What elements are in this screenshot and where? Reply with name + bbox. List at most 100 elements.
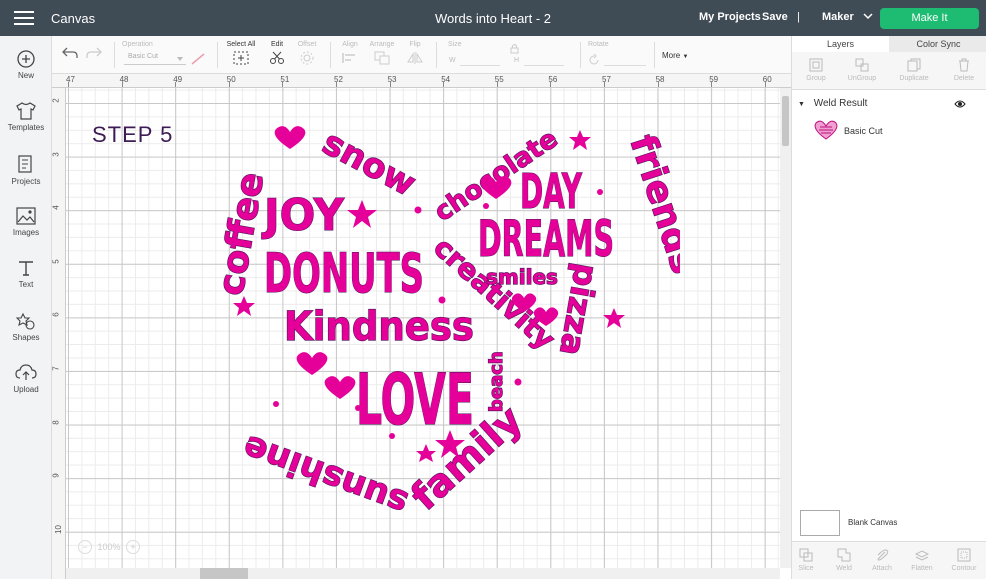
- make-it-button[interactable]: Make It: [880, 8, 979, 29]
- arrange-label: Arrange: [369, 41, 395, 48]
- offset-icon: [300, 51, 314, 65]
- panel-tabs: Layers Color Sync: [792, 36, 986, 52]
- tab-color-sync[interactable]: Color Sync: [890, 39, 986, 49]
- blank-canvas-label: Blank Canvas: [848, 518, 898, 527]
- sidebar-item-templates[interactable]: Templates: [0, 102, 52, 132]
- blank-canvas-swatch[interactable]: [800, 510, 840, 536]
- ruler-tick: [175, 82, 177, 87]
- dot-decoration: [438, 296, 446, 304]
- star-shape-decoration: [347, 200, 377, 228]
- rotate-input[interactable]: [604, 56, 646, 66]
- scrollbar-thumb[interactable]: [200, 568, 248, 579]
- machine-select[interactable]: Maker: [822, 11, 873, 23]
- edit-button[interactable]: Edit: [266, 41, 288, 65]
- layer-thumbnail: [814, 120, 838, 140]
- offset-button[interactable]: Offset: [294, 41, 320, 65]
- toolbar-divider: [436, 42, 437, 68]
- word-heart-artwork[interactable]: .w { font-family: "DejaVu Sans", sans-se…: [180, 112, 680, 532]
- attach-button[interactable]: Attach: [862, 548, 902, 572]
- eye-icon[interactable]: [954, 100, 966, 108]
- hamburger-menu-icon[interactable]: [14, 11, 34, 25]
- caret-down-icon[interactable]: ▼: [798, 101, 805, 108]
- delete-label: Delete: [953, 75, 975, 82]
- dot-decoration: [389, 433, 395, 439]
- contour-button[interactable]: Contour: [944, 548, 984, 572]
- height-input[interactable]: [524, 56, 564, 66]
- ruler-tick-label: 3: [51, 151, 61, 157]
- lock-icon[interactable]: [510, 43, 519, 54]
- heart-shape-decoration: [296, 352, 328, 375]
- word-sunshine: sunshine: [238, 427, 413, 523]
- linetype-color-icon[interactable]: [191, 53, 205, 65]
- shapes-icon: [16, 312, 35, 330]
- width-input[interactable]: [460, 56, 500, 66]
- trash-icon: [959, 58, 969, 72]
- my-projects-link[interactable]: My Projects: [699, 11, 761, 23]
- sidebar-item-upload[interactable]: Upload: [0, 364, 52, 394]
- ruler-tick: [764, 82, 766, 87]
- redo-icon[interactable]: [86, 47, 102, 59]
- sidebar-item-shapes[interactable]: Shapes: [0, 312, 52, 342]
- scrollbar-thumb[interactable]: [782, 96, 789, 146]
- select-all-button[interactable]: Select All: [224, 41, 258, 65]
- dot-decoration: [597, 189, 603, 195]
- toolbar-divider: [330, 42, 331, 68]
- word-love: LOVE: [356, 359, 474, 441]
- ruler-tick-label: 10: [53, 524, 63, 534]
- undo-icon[interactable]: [62, 47, 78, 59]
- sidebar-item-images[interactable]: Images: [0, 207, 52, 237]
- flatten-label: Flatten: [911, 565, 933, 572]
- attach-label: Attach: [872, 565, 892, 572]
- more-button[interactable]: More ▼: [662, 51, 688, 60]
- delete-button[interactable]: Delete: [940, 58, 986, 82]
- star-shape-decoration: [233, 296, 255, 316]
- slice-button[interactable]: Slice: [786, 548, 826, 572]
- duplicate-label: Duplicate: [899, 75, 929, 82]
- dot-decoration: [273, 401, 279, 407]
- text-icon: [19, 261, 33, 276]
- flip-button[interactable]: Flip: [404, 41, 426, 65]
- word-smiles: smiles: [486, 265, 558, 289]
- sidebar-item-text[interactable]: Text: [0, 259, 52, 289]
- rotate-label: Rotate: [588, 41, 609, 48]
- weld-button[interactable]: Weld: [824, 548, 864, 572]
- left-sidebar: New Templates Projects Images Text Shape…: [0, 36, 52, 579]
- sidebar-item-label: Shapes: [12, 333, 40, 342]
- flip-icon: [407, 52, 423, 64]
- sidebar-item-projects[interactable]: Projects: [0, 154, 52, 186]
- scissors-icon: [270, 51, 284, 64]
- sidebar-item-new[interactable]: New: [0, 50, 52, 80]
- dot-decoration: [514, 378, 522, 386]
- dot-decoration: [355, 405, 361, 411]
- save-button[interactable]: Save: [762, 11, 788, 23]
- zoom-in-button[interactable]: +: [126, 540, 140, 554]
- sidebar-item-label: Templates: [7, 123, 45, 132]
- flatten-button[interactable]: Flatten: [902, 548, 942, 572]
- slice-label: Slice: [798, 565, 814, 572]
- horizontal-scrollbar[interactable]: [66, 568, 780, 579]
- layer-group-weld-result[interactable]: ▼ Weld Result: [798, 98, 978, 109]
- ungroup-button[interactable]: UnGroup: [838, 58, 886, 82]
- zoom-out-button[interactable]: −: [78, 540, 92, 554]
- align-button[interactable]: Align: [338, 41, 362, 65]
- group-button[interactable]: Group: [792, 58, 840, 82]
- dot-decoration: [483, 203, 489, 209]
- height-label: H: [514, 57, 520, 64]
- ruler-tick: [389, 82, 391, 87]
- vertical-scrollbar[interactable]: [780, 88, 791, 568]
- ruler-tick-label: 5: [51, 259, 61, 264]
- operation-label: Operation: [122, 41, 153, 48]
- image-icon: [16, 207, 36, 225]
- group-label: Group: [806, 75, 826, 82]
- projects-icon: [18, 155, 32, 173]
- toolbar-divider: [217, 42, 218, 68]
- word-pizza: pizza: [552, 261, 606, 359]
- arrange-button[interactable]: Arrange: [368, 41, 396, 65]
- ruler-horizontal: 47 48 49 50 51 52 53 54 55 56 57 58 59 60: [52, 74, 791, 88]
- ruler-tick: [121, 82, 123, 87]
- tab-layers[interactable]: Layers: [792, 36, 889, 52]
- duplicate-button[interactable]: Duplicate: [890, 58, 938, 82]
- ruler-tick: [228, 82, 230, 87]
- word-beach: beach: [486, 351, 507, 412]
- ruler-tick: [496, 82, 498, 87]
